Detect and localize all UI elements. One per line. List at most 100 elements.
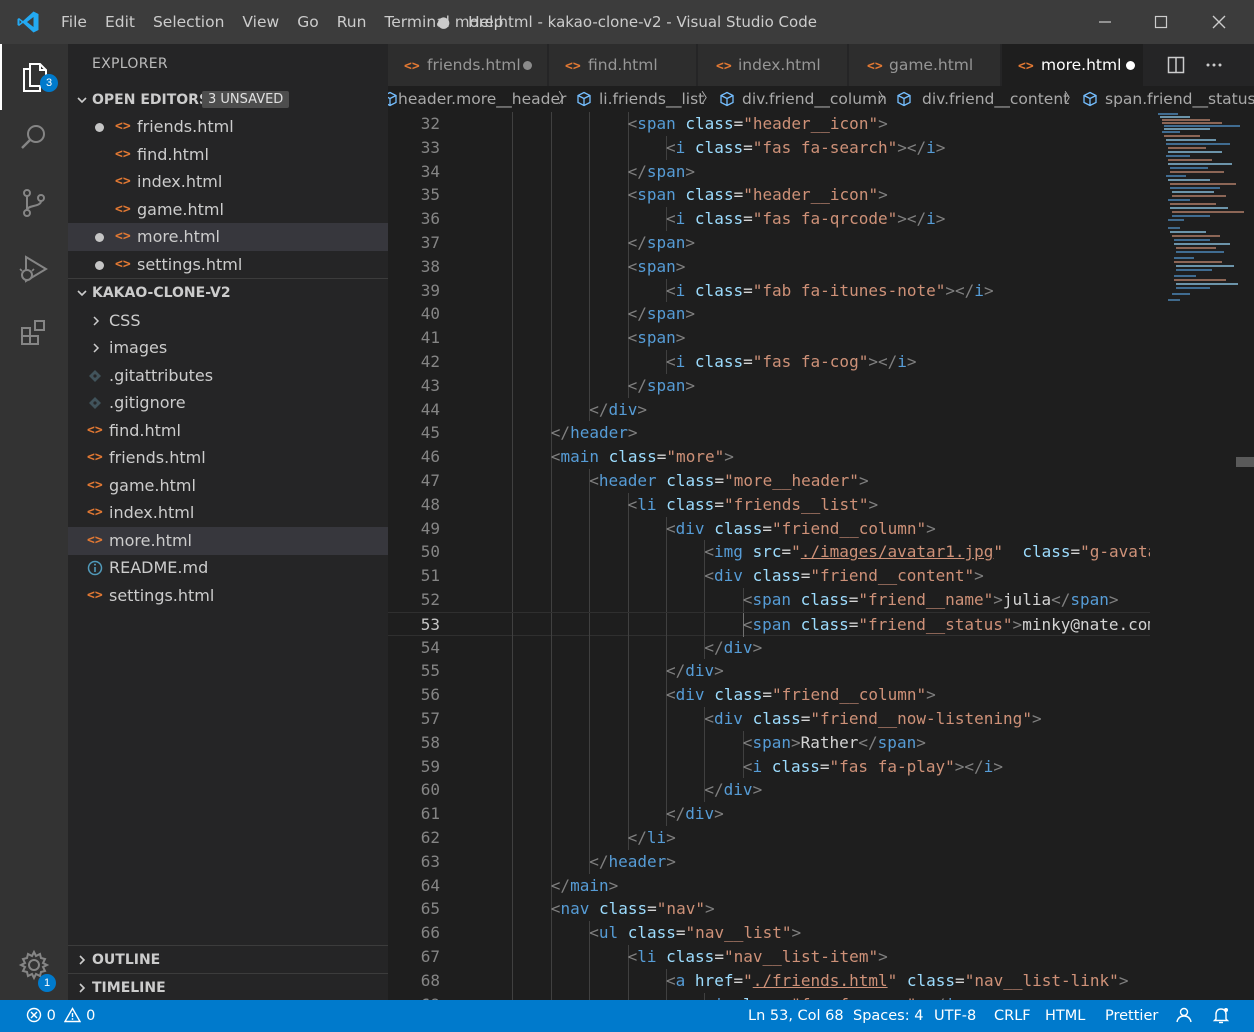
tab-friends-html[interactable]: <> friends.html: [388, 44, 548, 86]
menu-file[interactable]: File: [52, 0, 96, 44]
code-line[interactable]: 52 <span class="friend__name">julia</span…: [388, 588, 1150, 612]
file-readme[interactable]: README.md: [68, 554, 388, 582]
breadcrumb-item[interactable]: span.friend__status: [1105, 86, 1254, 112]
breadcrumb-item[interactable]: li.friends__list: [599, 86, 704, 112]
code-line[interactable]: 46 <main class="more">: [388, 445, 1150, 469]
code-line[interactable]: 47 <header class="more__header">: [388, 469, 1150, 493]
code-line[interactable]: 44 </div>: [388, 397, 1150, 422]
code-line[interactable]: 59 <i class="fas fa-play"></i>: [388, 754, 1150, 779]
menu-run[interactable]: Run: [328, 0, 376, 44]
project-folder-header[interactable]: KAKAO-CLONE-V2: [68, 279, 388, 307]
code-line[interactable]: 56 <div class="friend__column">: [388, 683, 1150, 707]
code-line[interactable]: 53 <span class="friend__status">minky@nat…: [388, 611, 1150, 637]
code-line[interactable]: 35 <span class="header__icon">: [388, 183, 1150, 208]
code-line[interactable]: 62 </li>: [388, 826, 1150, 850]
code-editor[interactable]: 32 <span class="header__icon"> 33 <i class=…: [388, 112, 1150, 1000]
open-editor-index[interactable]: <> index.html: [68, 168, 388, 196]
code-line[interactable]: 33 <i class="fas fa-search"></i>: [388, 135, 1150, 160]
activity-manage[interactable]: 1: [0, 932, 68, 998]
activity-source-control[interactable]: [0, 170, 68, 236]
cursor-position[interactable]: Ln 53, Col 68: [748, 1000, 844, 1032]
code-line[interactable]: 65 <nav class="nav">: [388, 897, 1150, 922]
file-gitignore[interactable]: .gitignore: [68, 389, 388, 417]
code-line[interactable]: 34 </span>: [388, 159, 1150, 184]
language-mode[interactable]: HTML: [1045, 1000, 1085, 1032]
tab-index-html[interactable]: <> index.html: [698, 44, 848, 86]
menu-view[interactable]: View: [233, 0, 288, 44]
activity-explorer[interactable]: 3: [0, 44, 68, 110]
code-line[interactable]: 67 <li class="nav__list-item">: [388, 945, 1150, 969]
unsaved-dot-icon[interactable]: [523, 61, 532, 70]
problems-indicator[interactable]: 0 0: [26, 1000, 95, 1032]
folder-images[interactable]: images: [68, 334, 388, 362]
file-game-html[interactable]: <> game.html: [68, 472, 388, 500]
tab-game-html[interactable]: <> game.html: [849, 44, 1001, 86]
notifications-button[interactable]: [1212, 1000, 1230, 1032]
code-line[interactable]: 63 </header>: [388, 849, 1150, 874]
code-line[interactable]: 54 </div>: [388, 635, 1150, 660]
code-line[interactable]: 50 <img src="./images/avatar1.jpg" class=…: [388, 540, 1150, 565]
file-more-html[interactable]: <> more.html: [68, 527, 388, 555]
code-line[interactable]: 60 </div>: [388, 778, 1150, 803]
code-line[interactable]: 43 </span>: [388, 373, 1150, 398]
end-of-line[interactable]: CRLF: [994, 1000, 1031, 1032]
split-editor-button[interactable]: [1158, 44, 1194, 86]
open-editor-game[interactable]: <> game.html: [68, 196, 388, 224]
file-index-html[interactable]: <> index.html: [68, 499, 388, 527]
file-encoding[interactable]: UTF-8: [934, 1000, 976, 1032]
activity-run-debug[interactable]: [0, 236, 68, 302]
timeline-header[interactable]: TIMELINE: [68, 974, 388, 1002]
maximize-button[interactable]: [1132, 0, 1190, 44]
minimap[interactable]: [1150, 112, 1254, 1000]
code-line[interactable]: 66 <ul class="nav__list">: [388, 921, 1150, 945]
code-line[interactable]: 42 <i class="fas fa-cog"></i>: [388, 350, 1150, 374]
menu-selection[interactable]: Selection: [144, 0, 233, 44]
activity-extensions[interactable]: [0, 300, 68, 366]
code-line[interactable]: 37 </span>: [388, 231, 1150, 255]
code-line[interactable]: 49 <div class="friend__column">: [388, 516, 1150, 541]
open-editor-friends[interactable]: <> friends.html: [68, 113, 388, 141]
menu-terminal[interactable]: Terminal: [375, 0, 459, 44]
code-line[interactable]: 57 <div class="friend__now-listening">: [388, 707, 1150, 731]
code-line[interactable]: 58 <span>Rather</span>: [388, 730, 1150, 755]
code-line[interactable]: 41 <span>: [388, 326, 1150, 350]
code-line[interactable]: 32 <span class="header__icon">: [388, 112, 1150, 136]
code-line[interactable]: 51 <div class="friend__content">: [388, 564, 1150, 588]
unsaved-dot-icon[interactable]: [95, 123, 104, 132]
code-line[interactable]: 69 <i class="fas fa-user"></i>: [388, 992, 1150, 1000]
open-editors-header[interactable]: OPEN EDITORS 3 UNSAVED: [68, 86, 388, 114]
outline-header[interactable]: OUTLINE: [68, 946, 388, 974]
code-line[interactable]: 64 </main>: [388, 873, 1150, 898]
tab-more-html[interactable]: <> more.html: [1002, 44, 1144, 86]
feedback-button[interactable]: [1175, 1000, 1193, 1032]
code-line[interactable]: 61 </div>: [388, 802, 1150, 826]
code-line[interactable]: 36 <i class="fas fa-qrcode"></i>: [388, 207, 1150, 231]
file-gitattributes[interactable]: .gitattributes: [68, 362, 388, 390]
unsaved-dot-icon[interactable]: [1126, 61, 1135, 70]
open-editor-settings[interactable]: <> settings.html: [68, 251, 388, 279]
code-line[interactable]: 55 </div>: [388, 659, 1150, 684]
unsaved-dot-icon[interactable]: [95, 261, 104, 270]
file-friends-html[interactable]: <> friends.html: [68, 444, 388, 472]
menu-help[interactable]: Help: [459, 0, 512, 44]
more-actions-button[interactable]: [1196, 44, 1232, 86]
code-line[interactable]: 68 <a href="./friends.html" class="nav__l…: [388, 968, 1150, 993]
tab-find-html[interactable]: <> find.html: [549, 44, 697, 86]
file-settings-html[interactable]: <> settings.html: [68, 582, 388, 610]
unsaved-dot-icon[interactable]: [95, 233, 104, 242]
menu-go[interactable]: Go: [288, 0, 328, 44]
code-line[interactable]: 40 </span>: [388, 302, 1150, 327]
folder-css[interactable]: CSS: [68, 307, 388, 335]
open-editor-more[interactable]: <> more.html: [68, 223, 388, 251]
file-find-html[interactable]: <> find.html: [68, 417, 388, 445]
code-line[interactable]: 39 <i class="fab fa-itunes-note"></i>: [388, 278, 1150, 303]
code-line[interactable]: 45 </header>: [388, 421, 1150, 446]
activity-search[interactable]: [0, 104, 68, 170]
code-line[interactable]: 48 <li class="friends__list">: [388, 492, 1150, 517]
breadcrumb-item[interactable]: header.more__header: [398, 86, 566, 112]
indentation[interactable]: Spaces: 4: [853, 1000, 923, 1032]
vscode-logo-icon[interactable]: [16, 10, 40, 34]
open-editor-find[interactable]: <> find.html: [68, 141, 388, 169]
code-line[interactable]: 38 <span>: [388, 254, 1150, 279]
breadcrumb-item[interactable]: div.friend__content: [922, 86, 1069, 112]
